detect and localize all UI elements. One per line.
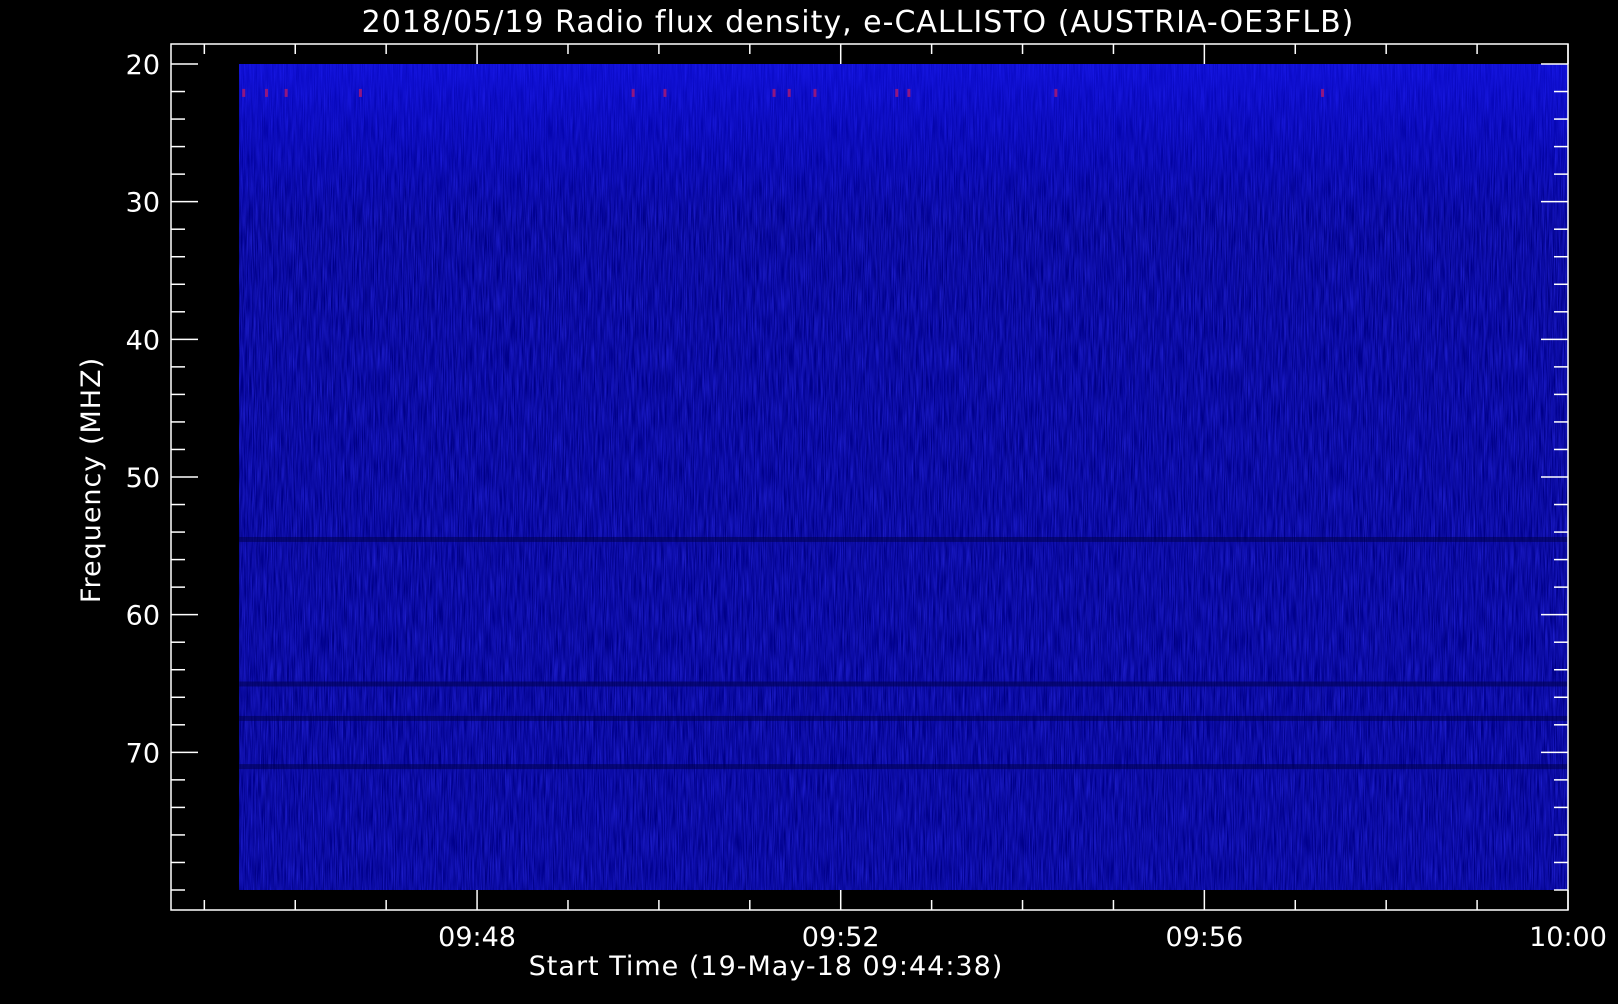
y-tick-label: 30 — [126, 188, 160, 219]
x-tick-label: 09:48 — [438, 922, 516, 953]
y-tick-label: 40 — [126, 325, 160, 356]
x-tick-label: 10:00 — [1529, 922, 1607, 953]
chart-title: 2018/05/19 Radio flux density, e-CALLIST… — [362, 5, 1355, 40]
y-axis-label: Frequency (MHZ) — [76, 357, 107, 603]
dark-band — [239, 681, 1568, 687]
y-tick-label: 50 — [126, 463, 160, 494]
x-tick-label: 09:56 — [1165, 922, 1243, 953]
spectrogram-chart: 2018/05/19 Radio flux density, e-CALLIST… — [0, 0, 1618, 1000]
chart-svg: 2018/05/19 Radio flux density, e-CALLIST… — [76, 5, 1607, 982]
spectrogram-heatmap — [239, 64, 1568, 890]
y-tick-label: 60 — [126, 601, 160, 632]
y-tick-label: 70 — [126, 738, 160, 769]
x-axis-label: Start Time (19-May-18 09:44:38) — [529, 951, 1004, 982]
dark-band — [239, 536, 1568, 542]
dark-band — [239, 715, 1568, 721]
bright-band — [239, 64, 1568, 230]
dark-band — [239, 764, 1568, 770]
x-tick-label: 09:52 — [802, 922, 880, 953]
y-tick-label: 20 — [126, 50, 160, 81]
